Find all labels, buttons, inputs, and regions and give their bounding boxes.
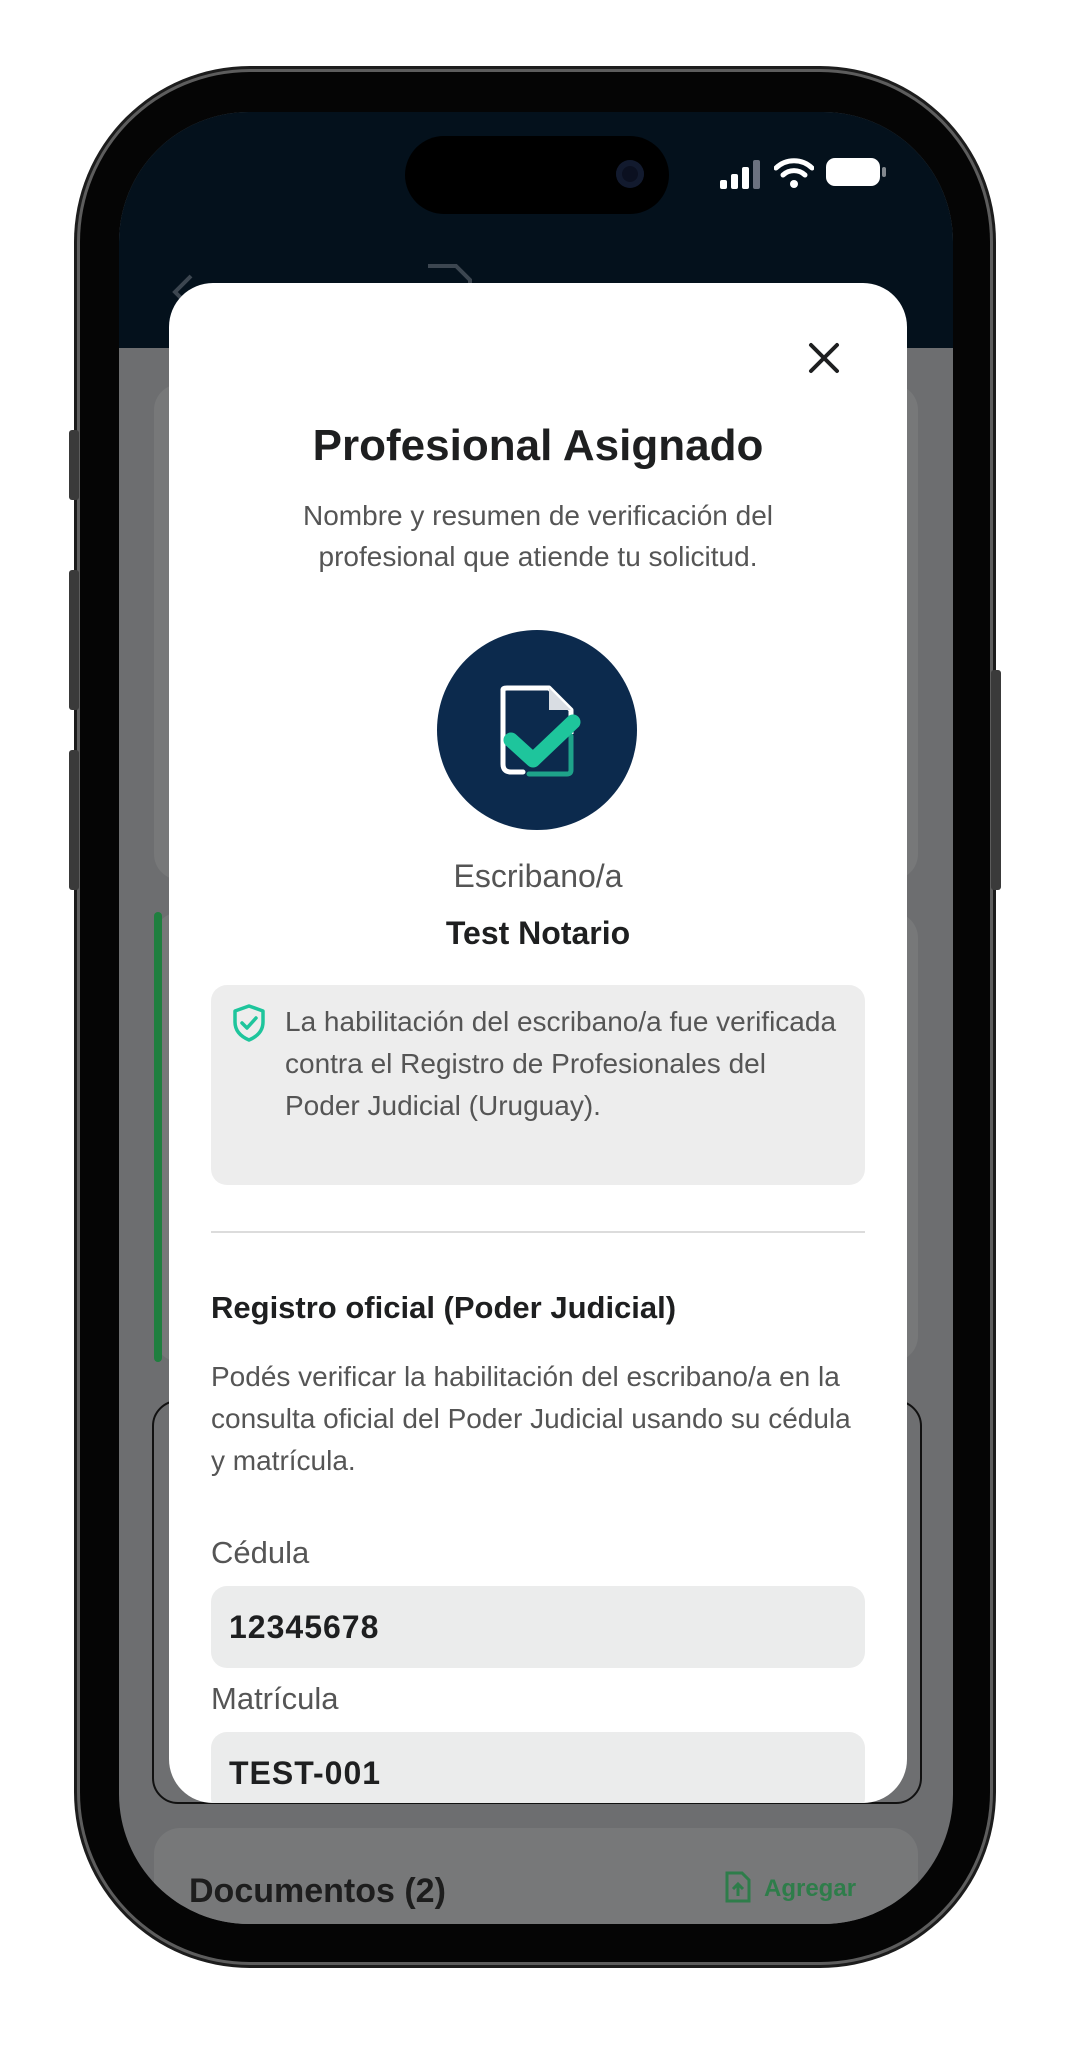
verification-text: La habilitación del escribano/a fue veri… xyxy=(285,1006,837,1121)
wifi-icon xyxy=(774,158,814,188)
assigned-professional-modal: Profesional Asignado Nombre y resumen de… xyxy=(169,283,907,1803)
mute-switch xyxy=(69,430,79,500)
matricula-field[interactable]: TEST-001 xyxy=(211,1732,865,1803)
modal-subtitle: Nombre y resumen de verificación del pro… xyxy=(303,500,773,572)
shield-check-icon xyxy=(233,1004,265,1042)
verification-notice: La habilitación del escribano/a fue veri… xyxy=(211,985,865,1185)
divider xyxy=(211,1231,865,1233)
professional-role: Escribano/a xyxy=(453,858,623,894)
camera-icon xyxy=(616,160,644,188)
power-button xyxy=(991,670,1001,890)
cedula-label: Cédula xyxy=(211,1535,310,1570)
add-document-button[interactable]: Agregar xyxy=(764,1875,856,1903)
avatar xyxy=(437,630,637,830)
volume-up-button xyxy=(69,570,79,710)
status-accent-bar xyxy=(154,912,162,1362)
cedula-field[interactable]: 12345678 xyxy=(211,1586,865,1668)
documents-heading: Documentos (2) xyxy=(189,1872,446,1910)
professional-name: Test Notario xyxy=(445,915,631,951)
battery-icon xyxy=(826,158,886,186)
matricula-label: Matrícula xyxy=(211,1681,339,1716)
registry-description: Podés verificar la habilitación del escr… xyxy=(211,1361,851,1476)
modal-title: Profesional Asignado xyxy=(312,421,764,470)
registry-title: Registro oficial (Poder Judicial) xyxy=(211,1290,677,1325)
close-icon[interactable] xyxy=(799,333,849,383)
volume-down-button xyxy=(69,750,79,890)
signal-icon xyxy=(720,160,760,189)
add-document-icon[interactable] xyxy=(724,1870,752,1904)
document-check-icon xyxy=(500,685,581,777)
